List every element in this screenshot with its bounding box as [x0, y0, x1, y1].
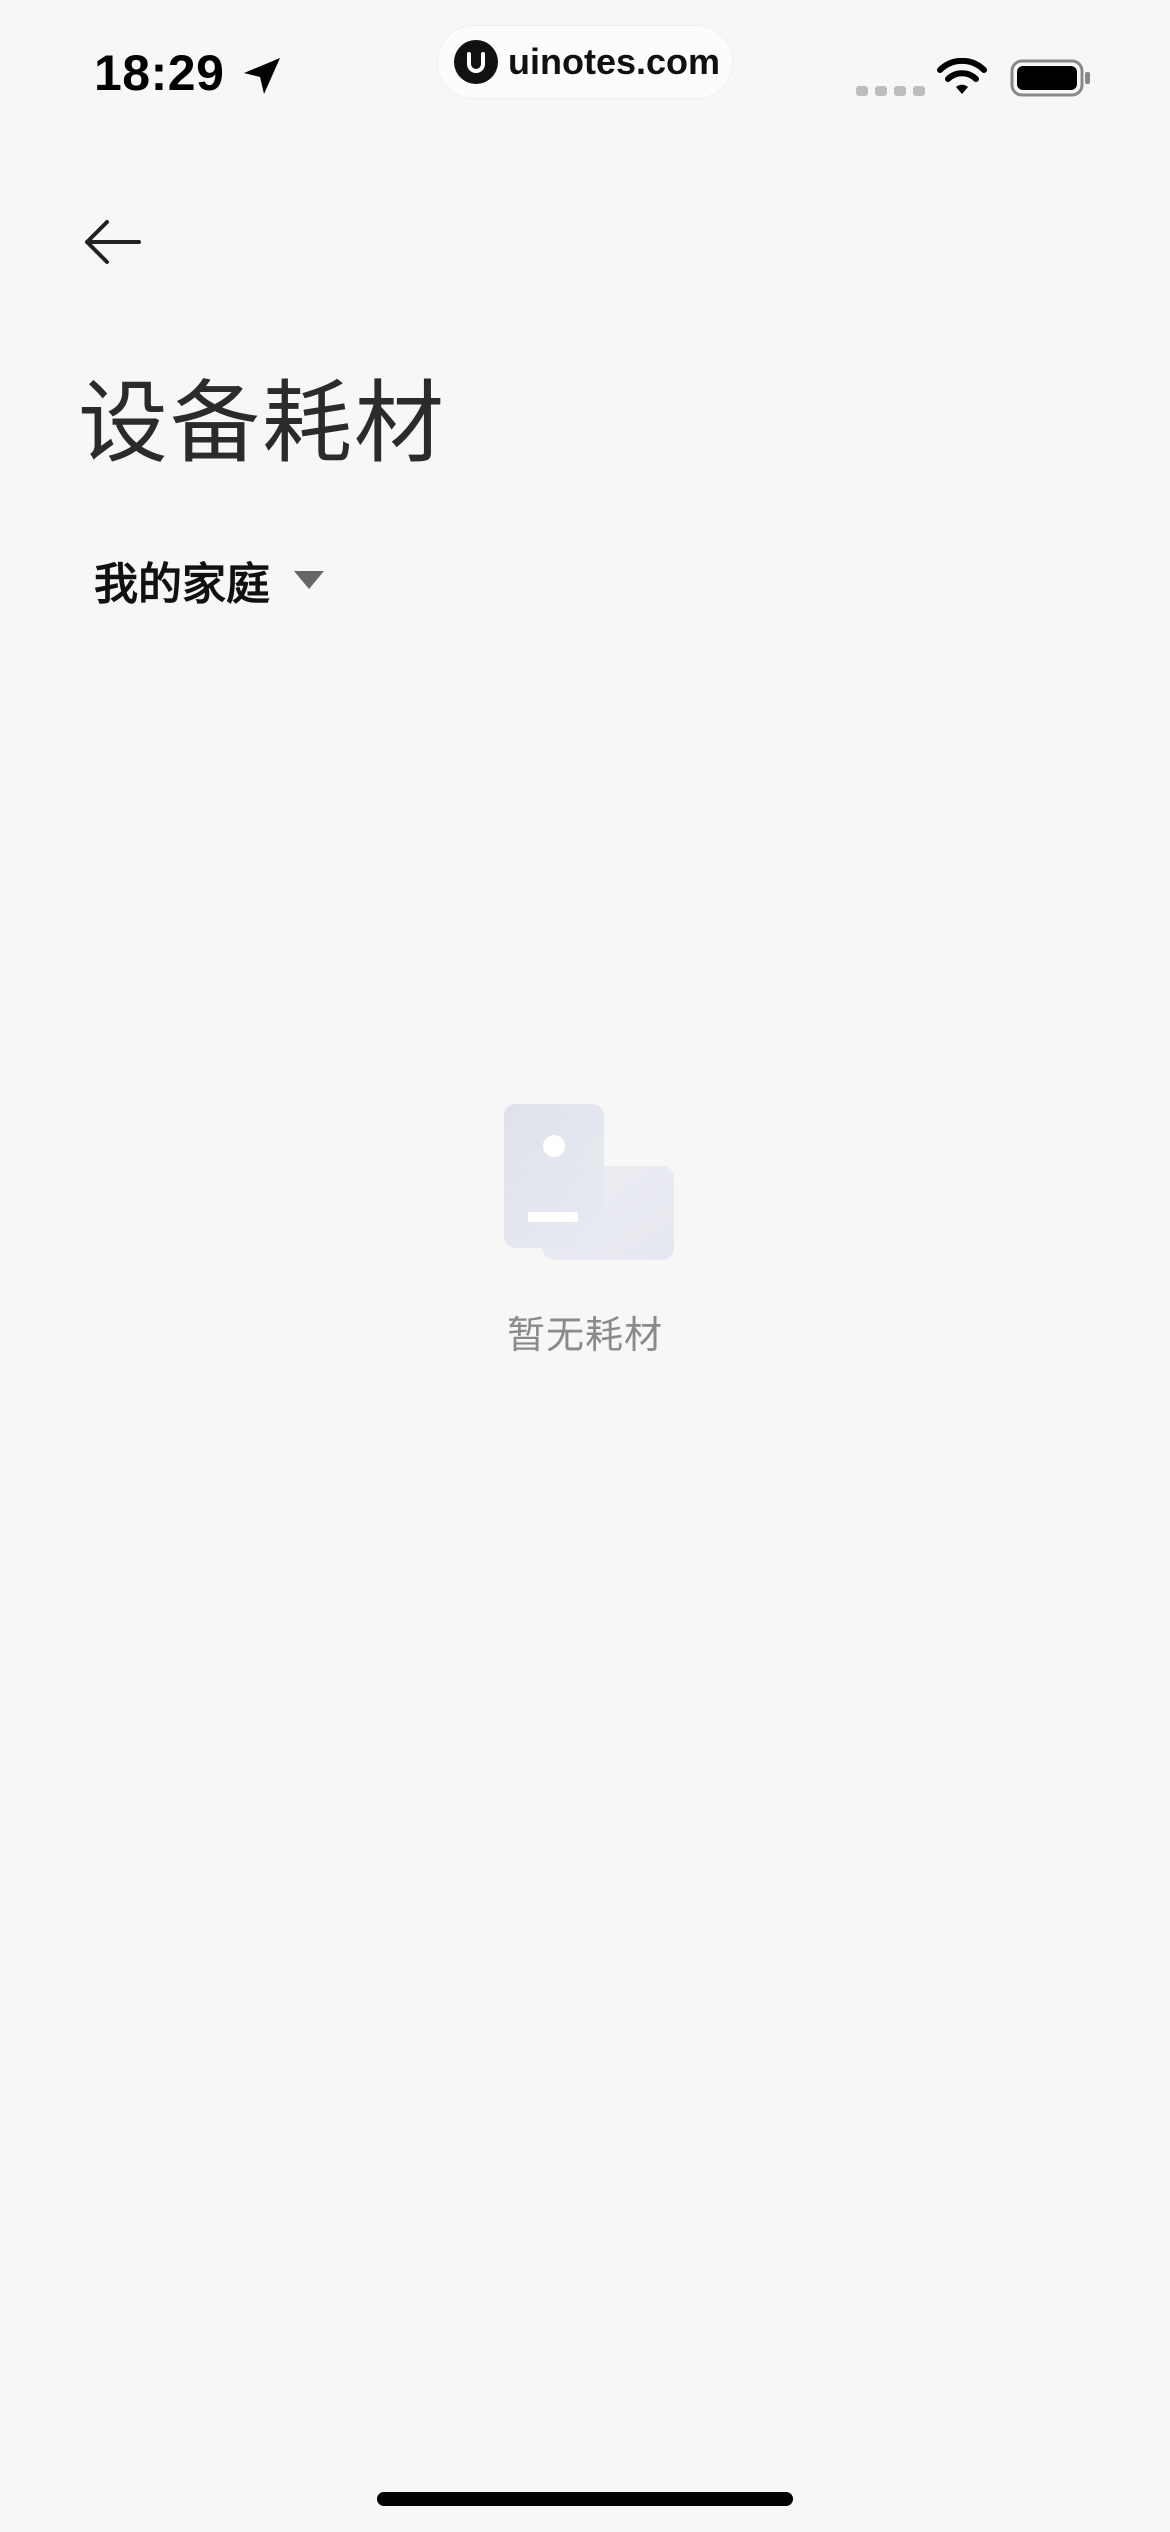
empty-state-message: 暂无耗材 — [506, 1313, 663, 1357]
watermark-site: uinotes.com — [508, 41, 721, 82]
uinotes-logo-icon — [454, 40, 498, 84]
home-selector-label: 我的家庭 — [94, 559, 270, 610]
page-title: 设备耗材 — [78, 371, 446, 476]
wifi-icon — [937, 58, 987, 94]
arrow-left-icon — [85, 220, 141, 264]
triangle-down-icon — [294, 571, 324, 589]
battery-icon — [1010, 59, 1090, 97]
location-arrow-icon — [244, 58, 280, 94]
cellular-signal-icon — [856, 86, 925, 96]
back-button[interactable] — [80, 212, 144, 272]
watermark-badge: uinotes.com — [438, 26, 732, 98]
consumables-screen: 18:29 uinotes.com 设备耗材 我的家庭 暂无耗材 — [0, 0, 1170, 2532]
status-time: 18:29 — [94, 45, 225, 101]
home-selector-dropdown[interactable]: 我的家庭 — [94, 548, 326, 612]
empty-consumables-illustration — [504, 1104, 674, 1260]
home-indicator — [377, 2492, 793, 2506]
